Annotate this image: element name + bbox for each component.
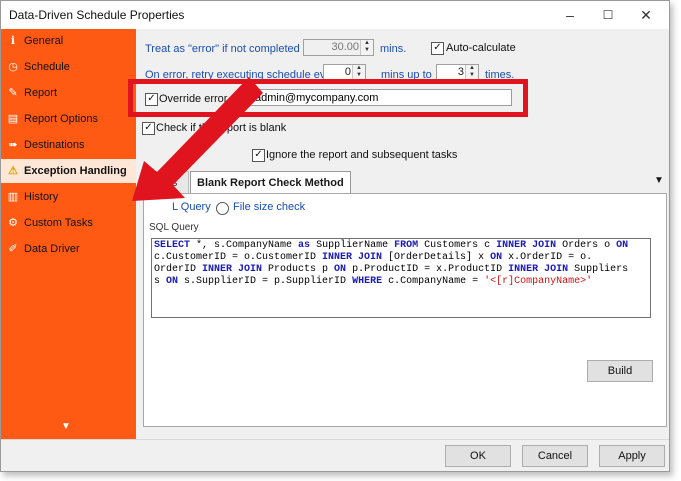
sidebar-item-destinations[interactable]: ➠ Destinations	[1, 133, 136, 157]
info-icon: ℹ	[10, 35, 16, 47]
tab-control: ations Blank Report Check Method ▼ L Que…	[141, 171, 667, 427]
sidebar: ℹ General ◷ Schedule ✎ Report ▤ Report O…	[1, 29, 136, 439]
warning-icon: ⚠	[8, 165, 18, 177]
sidebar-item-schedule[interactable]: ◷ Schedule	[1, 55, 136, 79]
radio-file-size-label[interactable]: File size check	[233, 201, 305, 213]
sidebar-item-label: Report	[24, 87, 58, 99]
tab-notifications[interactable]: ations	[141, 171, 189, 195]
treat-as-error-label: Treat as "error" if not completed in	[145, 43, 312, 55]
exception-handling-panel: Treat as "error" if not completed in 30.…	[128, 29, 669, 439]
clock-icon: ◷	[8, 61, 18, 73]
retry-every-value: 0	[344, 66, 351, 78]
sql-section-label: SQL Query	[149, 222, 199, 233]
sql-query-editor[interactable]: SELECT *, s.CompanyName as SupplierName …	[151, 238, 651, 318]
sidebar-item-report-options[interactable]: ▤ Report Options	[1, 107, 136, 131]
sql-line: OrderID INNER JOIN Products p ON p.Produ…	[154, 264, 629, 275]
treat-minutes-spinner[interactable]: 30.00 ▲ ▼	[303, 39, 374, 56]
treat-minutes-value: 30.00	[331, 41, 359, 53]
apply-button[interactable]: Apply	[599, 445, 665, 467]
blank-check-panel: L Query File size check SQL Query SELECT…	[143, 193, 667, 427]
history-icon: ▥	[7, 191, 19, 203]
auto-calculate-label: Auto-calculate	[446, 42, 516, 54]
spinner-arrows-icon[interactable]: ▲ ▼	[465, 65, 478, 80]
properties-window: Data-Driven Schedule Properties – ☐ ✕ ℹ …	[0, 0, 670, 472]
minimize-button[interactable]: –	[557, 5, 583, 25]
sidebar-scroll-down-icon[interactable]: ▼	[61, 421, 71, 432]
sidebar-item-general[interactable]: ℹ General	[1, 29, 136, 53]
sidebar-item-custom-tasks[interactable]: ⚙ Custom Tasks	[1, 211, 136, 235]
sidebar-item-data-driver[interactable]: ✐ Data Driver	[1, 237, 136, 261]
auto-calculate-checkbox[interactable]: ✓	[431, 42, 444, 55]
title-bar: Data-Driven Schedule Properties – ☐ ✕	[1, 1, 669, 29]
close-button[interactable]: ✕	[633, 5, 659, 25]
check-blank-checkbox[interactable]: ✓	[142, 122, 155, 135]
sql-line: c.CustomerID = o.CustomerID INNER JOIN […	[154, 252, 593, 263]
report-pen-icon: ✎	[8, 87, 18, 99]
highlight-box	[128, 79, 528, 117]
tab-dropdown-icon[interactable]: ▼	[654, 175, 664, 186]
build-button[interactable]: Build	[587, 360, 653, 382]
sidebar-item-label: Exception Handling	[24, 165, 127, 177]
window-title: Data-Driven Schedule Properties	[9, 8, 185, 22]
radio-file-size[interactable]	[216, 202, 229, 215]
sql-line: s ON s.SupplierID = p.SupplierID WHERE c…	[154, 276, 593, 287]
check-blank-label: Check if the report is blank	[156, 122, 287, 134]
sidebar-item-label: Destinations	[24, 139, 85, 151]
spinner-arrows-icon[interactable]: ▲ ▼	[352, 65, 365, 80]
custom-tasks-icon: ⚙	[8, 217, 18, 229]
destinations-icon: ➠	[8, 139, 18, 151]
sidebar-item-label: Custom Tasks	[24, 217, 93, 229]
data-driver-icon: ✐	[8, 243, 18, 255]
sidebar-item-label: General	[24, 35, 64, 47]
sidebar-item-label: History	[24, 191, 59, 203]
sidebar-item-history[interactable]: ▥ History	[1, 185, 136, 209]
mins-label: mins.	[380, 43, 407, 55]
dialog-footer: OK Cancel Apply	[1, 439, 669, 471]
sidebar-item-label: Report Options	[24, 113, 98, 125]
ok-button[interactable]: OK	[445, 445, 511, 467]
radio-sql-label[interactable]: L Query	[172, 201, 211, 213]
sidebar-item-report[interactable]: ✎ Report	[1, 81, 136, 105]
sidebar-item-exception-handling[interactable]: ⚠ Exception Handling	[1, 159, 136, 183]
sidebar-item-label: Schedule	[24, 61, 70, 73]
sidebar-item-label: Data Driver	[24, 243, 80, 255]
cancel-button[interactable]: Cancel	[522, 445, 588, 467]
sql-line: SELECT *, s.CompanyName as SupplierName …	[154, 240, 629, 251]
ignore-report-label: Ignore the report and subsequent tasks	[266, 149, 458, 161]
tab-blank-report-check-method[interactable]: Blank Report Check Method	[190, 171, 351, 194]
retry-times-value: 3	[457, 66, 464, 78]
spinner-arrows-icon[interactable]: ▲ ▼	[360, 40, 373, 55]
maximize-button[interactable]: ☐	[595, 5, 621, 25]
report-options-icon: ▤	[7, 113, 19, 125]
ignore-report-checkbox[interactable]: ✓	[252, 149, 265, 162]
